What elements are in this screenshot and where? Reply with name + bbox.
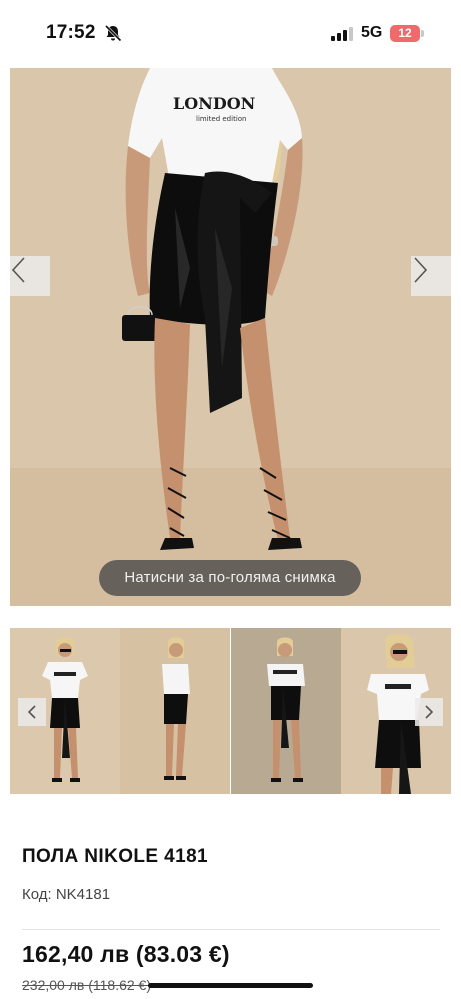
chevron-right-icon [414, 257, 428, 283]
thumbnail-4[interactable] [340, 628, 451, 794]
model-photo: LONDON limited edition [10, 68, 451, 606]
shirt-print-text: LONDON [173, 94, 255, 113]
zoom-hint[interactable]: Натисни за по-голяма снимка [99, 560, 361, 596]
home-indicator[interactable] [148, 983, 313, 988]
old-price: 232,00 лв (118.62 €) [22, 977, 151, 993]
thumbnail-photo [120, 628, 231, 794]
gallery-prev-button[interactable] [10, 256, 50, 296]
status-bar: 17:52 5G 12 [0, 0, 461, 66]
chevron-left-icon [27, 705, 36, 719]
thumbnail-3[interactable] [230, 628, 341, 794]
battery-cap [421, 30, 424, 37]
status-time: 17:52 [46, 22, 96, 43]
thumbnail-photo [230, 628, 341, 794]
product-code: Код: NK4181 [22, 886, 111, 903]
gallery-next-button[interactable] [411, 256, 451, 296]
network-type: 5G [361, 24, 383, 41]
product-price: 162,40 лв (83.03 €) [22, 941, 230, 967]
chevron-left-icon [11, 257, 25, 283]
shirt-print-subtext: limited edition [196, 115, 246, 123]
thumbnail-prev-button[interactable] [18, 698, 46, 726]
battery-indicator: 12 [390, 25, 420, 42]
divider [22, 929, 440, 930]
thumbnail-1[interactable] [10, 628, 120, 794]
product-page: 17:52 5G 12 LONDON limited edition Натис… [0, 0, 461, 999]
thumbnail-next-button[interactable] [415, 698, 443, 726]
thumbnail-strip [10, 628, 451, 794]
main-product-image[interactable]: LONDON limited edition Натисни за по-гол… [10, 68, 451, 606]
cellular-signal-icon [331, 27, 353, 41]
thumbnail-2[interactable] [120, 628, 231, 794]
product-title: ПОЛА NIKOLE 4181 [22, 846, 209, 867]
bell-slash-icon [104, 24, 122, 42]
chevron-right-icon [425, 705, 434, 719]
